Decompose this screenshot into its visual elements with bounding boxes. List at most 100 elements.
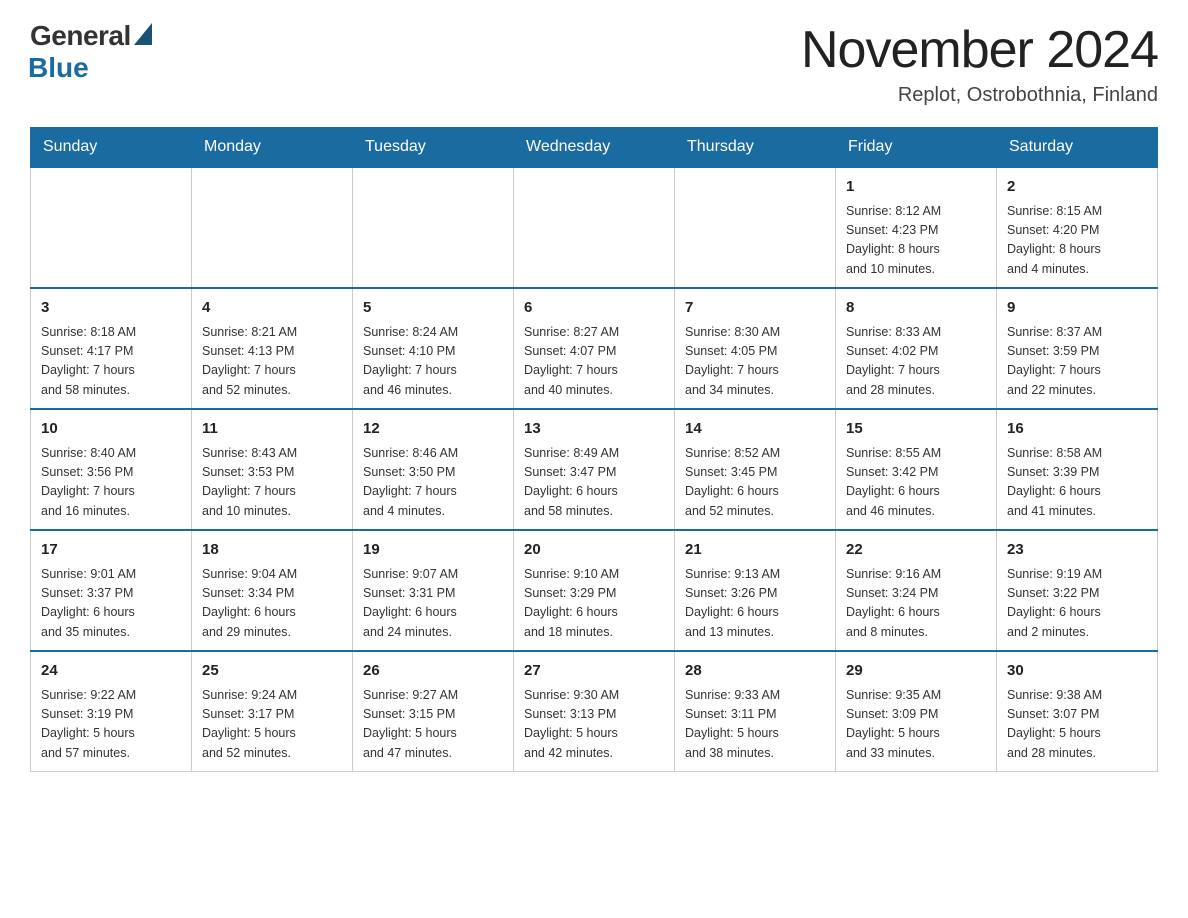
week-row-5: 24Sunrise: 9:22 AM Sunset: 3:19 PM Dayli…: [31, 651, 1158, 772]
day-number: 13: [524, 418, 664, 441]
day-info: Sunrise: 8:24 AM Sunset: 4:10 PM Dayligh…: [363, 323, 503, 401]
day-number: 20: [524, 539, 664, 562]
day-info: Sunrise: 8:55 AM Sunset: 3:42 PM Dayligh…: [846, 444, 986, 522]
location-title: Replot, Ostrobothnia, Finland: [801, 84, 1158, 107]
day-cell: 6 Sunrise: 8:27 AM Sunset: 4:07 PM Daylig…: [514, 288, 675, 409]
day-number: 7: [685, 297, 825, 320]
day-number: 30: [1007, 660, 1147, 683]
week-row-1: 1 Sunrise: 8:12 AM Sunset: 4:23 PM Daylig…: [31, 167, 1158, 288]
day-cell: 23 Sunrise: 9:19 AM Sunset: 3:22 PM Dayli…: [997, 530, 1158, 651]
day-cell: 17 Sunrise: 9:01 AM Sunset: 3:37 PM Dayli…: [31, 530, 192, 651]
day-cell: 30 Sunrise: 9:38 AM Sunset: 3:07 PM Dayli…: [997, 651, 1158, 772]
day-info: Sunrise: 8:49 AM Sunset: 3:47 PM Dayligh…: [524, 444, 664, 522]
day-cell: 13 Sunrise: 8:49 AM Sunset: 3:47 PM Dayli…: [514, 409, 675, 530]
day-number: 12: [363, 418, 503, 441]
day-number: 1: [846, 176, 986, 199]
day-cell: 5 Sunrise: 8:24 AM Sunset: 4:10 PM Daylig…: [353, 288, 514, 409]
day-info: Sunrise: 9:13 AM Sunset: 3:26 PM Dayligh…: [685, 565, 825, 643]
day-number: 28: [685, 660, 825, 683]
day-cell: [192, 167, 353, 288]
day-header-friday: Friday: [836, 128, 997, 168]
day-info: Sunrise: 9:19 AM Sunset: 3:22 PM Dayligh…: [1007, 565, 1147, 643]
day-info: Sunrise: 8:46 AM Sunset: 3:50 PM Dayligh…: [363, 444, 503, 522]
week-row-3: 10Sunrise: 8:40 AM Sunset: 3:56 PM Dayli…: [31, 409, 1158, 530]
day-number: 5: [363, 297, 503, 320]
day-info: Sunrise: 8:27 AM Sunset: 4:07 PM Dayligh…: [524, 323, 664, 401]
day-cell: [514, 167, 675, 288]
day-info: Sunrise: 8:58 AM Sunset: 3:39 PM Dayligh…: [1007, 444, 1147, 522]
day-info: Sunrise: 9:04 AM Sunset: 3:34 PM Dayligh…: [202, 565, 342, 643]
day-cell: 19 Sunrise: 9:07 AM Sunset: 3:31 PM Dayli…: [353, 530, 514, 651]
calendar-table: SundayMondayTuesdayWednesdayThursdayFrid…: [30, 127, 1158, 772]
day-number: 9: [1007, 297, 1147, 320]
day-number: 25: [202, 660, 342, 683]
day-number: 10: [41, 418, 181, 441]
day-number: 16: [1007, 418, 1147, 441]
logo-general-text: General: [30, 20, 131, 52]
day-cell: 8 Sunrise: 8:33 AM Sunset: 4:02 PM Daylig…: [836, 288, 997, 409]
month-title: November 2024: [801, 20, 1158, 80]
day-cell: 3Sunrise: 8:18 AM Sunset: 4:17 PM Daylig…: [31, 288, 192, 409]
day-cell: 20 Sunrise: 9:10 AM Sunset: 3:29 PM Dayli…: [514, 530, 675, 651]
day-cell: 27Sunrise: 9:30 AM Sunset: 3:13 PM Dayli…: [514, 651, 675, 772]
day-cell: 7Sunrise: 8:30 AM Sunset: 4:05 PM Daylig…: [675, 288, 836, 409]
day-cell: [31, 167, 192, 288]
week-row-2: 3Sunrise: 8:18 AM Sunset: 4:17 PM Daylig…: [31, 288, 1158, 409]
day-cell: 21 Sunrise: 9:13 AM Sunset: 3:26 PM Dayli…: [675, 530, 836, 651]
day-number: 17: [41, 539, 181, 562]
day-cell: 25Sunrise: 9:24 AM Sunset: 3:17 PM Dayli…: [192, 651, 353, 772]
day-info: Sunrise: 8:12 AM Sunset: 4:23 PM Dayligh…: [846, 202, 986, 280]
day-cell: 4 Sunrise: 8:21 AM Sunset: 4:13 PM Daylig…: [192, 288, 353, 409]
day-info: Sunrise: 8:15 AM Sunset: 4:20 PM Dayligh…: [1007, 202, 1147, 280]
day-number: 4: [202, 297, 342, 320]
day-number: 2: [1007, 176, 1147, 199]
day-number: 26: [363, 660, 503, 683]
day-info: Sunrise: 9:33 AM Sunset: 3:11 PM Dayligh…: [685, 686, 825, 764]
day-info: Sunrise: 9:10 AM Sunset: 3:29 PM Dayligh…: [524, 565, 664, 643]
day-cell: 28 Sunrise: 9:33 AM Sunset: 3:11 PM Dayli…: [675, 651, 836, 772]
day-number: 21: [685, 539, 825, 562]
day-number: 6: [524, 297, 664, 320]
logo: General Blue: [30, 20, 152, 84]
header: General Blue November 2024 Replot, Ostro…: [30, 20, 1158, 107]
day-info: Sunrise: 9:38 AM Sunset: 3:07 PM Dayligh…: [1007, 686, 1147, 764]
day-cell: 10Sunrise: 8:40 AM Sunset: 3:56 PM Dayli…: [31, 409, 192, 530]
calendar-header-row: SundayMondayTuesdayWednesdayThursdayFrid…: [31, 128, 1158, 168]
day-info: Sunrise: 8:37 AM Sunset: 3:59 PM Dayligh…: [1007, 323, 1147, 401]
day-cell: 18 Sunrise: 9:04 AM Sunset: 3:34 PM Dayli…: [192, 530, 353, 651]
day-cell: 12 Sunrise: 8:46 AM Sunset: 3:50 PM Dayli…: [353, 409, 514, 530]
day-cell: [675, 167, 836, 288]
day-cell: 1 Sunrise: 8:12 AM Sunset: 4:23 PM Daylig…: [836, 167, 997, 288]
day-number: 27: [524, 660, 664, 683]
day-number: 18: [202, 539, 342, 562]
day-cell: 15Sunrise: 8:55 AM Sunset: 3:42 PM Dayli…: [836, 409, 997, 530]
day-cell: 24Sunrise: 9:22 AM Sunset: 3:19 PM Dayli…: [31, 651, 192, 772]
day-header-sunday: Sunday: [31, 128, 192, 168]
day-info: Sunrise: 8:43 AM Sunset: 3:53 PM Dayligh…: [202, 444, 342, 522]
day-cell: 29 Sunrise: 9:35 AM Sunset: 3:09 PM Dayli…: [836, 651, 997, 772]
title-area: November 2024 Replot, Ostrobothnia, Finl…: [801, 20, 1158, 107]
day-info: Sunrise: 9:07 AM Sunset: 3:31 PM Dayligh…: [363, 565, 503, 643]
day-number: 19: [363, 539, 503, 562]
day-info: Sunrise: 9:35 AM Sunset: 3:09 PM Dayligh…: [846, 686, 986, 764]
day-cell: [353, 167, 514, 288]
day-header-wednesday: Wednesday: [514, 128, 675, 168]
day-number: 22: [846, 539, 986, 562]
day-cell: 2 Sunrise: 8:15 AM Sunset: 4:20 PM Daylig…: [997, 167, 1158, 288]
day-header-thursday: Thursday: [675, 128, 836, 168]
day-cell: 16 Sunrise: 8:58 AM Sunset: 3:39 PM Dayli…: [997, 409, 1158, 530]
day-cell: 22Sunrise: 9:16 AM Sunset: 3:24 PM Dayli…: [836, 530, 997, 651]
day-header-tuesday: Tuesday: [353, 128, 514, 168]
day-cell: 9 Sunrise: 8:37 AM Sunset: 3:59 PM Daylig…: [997, 288, 1158, 409]
day-info: Sunrise: 9:01 AM Sunset: 3:37 PM Dayligh…: [41, 565, 181, 643]
day-number: 29: [846, 660, 986, 683]
day-info: Sunrise: 8:21 AM Sunset: 4:13 PM Dayligh…: [202, 323, 342, 401]
day-cell: 11Sunrise: 8:43 AM Sunset: 3:53 PM Dayli…: [192, 409, 353, 530]
day-number: 3: [41, 297, 181, 320]
day-number: 8: [846, 297, 986, 320]
day-number: 23: [1007, 539, 1147, 562]
day-header-saturday: Saturday: [997, 128, 1158, 168]
day-cell: 26Sunrise: 9:27 AM Sunset: 3:15 PM Dayli…: [353, 651, 514, 772]
day-info: Sunrise: 8:33 AM Sunset: 4:02 PM Dayligh…: [846, 323, 986, 401]
day-number: 24: [41, 660, 181, 683]
